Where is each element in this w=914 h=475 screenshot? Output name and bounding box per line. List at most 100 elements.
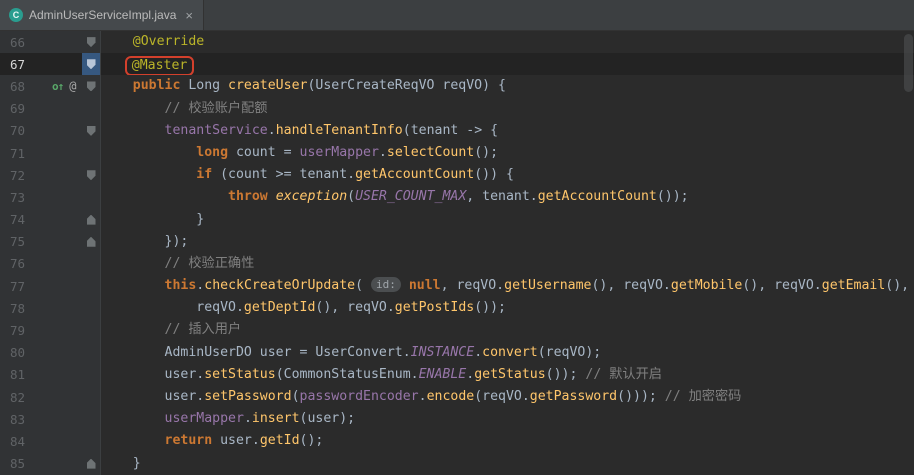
code-line-row[interactable]: 85 } xyxy=(0,453,914,475)
gutter-cell[interactable]: 75 xyxy=(0,231,101,253)
fold-down-icon[interactable] xyxy=(87,59,96,69)
gutter-cell[interactable]: 83 xyxy=(0,408,101,430)
fold-down-icon[interactable] xyxy=(87,37,96,47)
code-token xyxy=(101,256,165,271)
fold-down-icon[interactable] xyxy=(87,170,96,180)
line-number: 80 xyxy=(0,345,44,360)
gutter-cell[interactable]: 85 xyxy=(0,453,101,475)
code-token: ENABLE xyxy=(419,367,467,382)
code-line-row[interactable]: 66 @Override xyxy=(0,31,914,53)
code-line-row[interactable]: 73 throw exception(USER_COUNT_MAX, tenan… xyxy=(0,186,914,208)
code-line-row[interactable]: 78 reqVO.getDeptId(), reqVO.getPostIds()… xyxy=(0,297,914,319)
master-annotation: @Master xyxy=(132,58,188,73)
gutter-cell[interactable]: 80 xyxy=(0,342,101,364)
code-token: encode xyxy=(427,389,475,404)
editor-tab-bar: C AdminUserServiceImpl.java × xyxy=(0,0,914,31)
code-line-row[interactable]: 75 }); xyxy=(0,231,914,253)
gutter-cell[interactable]: 70 xyxy=(0,120,101,142)
fold-up-icon[interactable] xyxy=(87,215,96,225)
code-line-row[interactable]: 72 if (count >= tenant.getAccountCount()… xyxy=(0,164,914,186)
code-line[interactable]: // 校验账户配额 xyxy=(101,98,914,120)
overriding-method-icon[interactable]: o↑ xyxy=(52,80,63,93)
gutter-cell[interactable]: 68 o↑ @ xyxy=(0,75,101,97)
fold-up-icon[interactable] xyxy=(87,459,96,469)
gutter-cell[interactable]: 72 xyxy=(0,164,101,186)
ide-window: C AdminUserServiceImpl.java × 66 @Overri… xyxy=(0,0,914,475)
code-line-row[interactable]: 71 long count = userMapper.selectCount()… xyxy=(0,142,914,164)
code-line[interactable]: tenantService.handleTenantInfo(tenant ->… xyxy=(101,120,914,142)
line-number: 78 xyxy=(0,301,44,316)
java-class-icon: C xyxy=(9,8,23,22)
code-line-row[interactable]: 69 // 校验账户配额 xyxy=(0,98,914,120)
gutter-cell[interactable]: 81 xyxy=(0,364,101,386)
code-line[interactable]: public Long createUser(UserCreateReqVO r… xyxy=(101,75,914,97)
gutter-cell[interactable]: 73 xyxy=(0,186,101,208)
code-token: (user); xyxy=(300,411,356,426)
fold-region-cell xyxy=(82,164,100,186)
code-line[interactable]: userMapper.insert(user); xyxy=(101,408,914,430)
code-line[interactable]: AdminUserDO user = UserConvert.INSTANCE.… xyxy=(101,342,914,364)
gutter-cell[interactable]: 82 xyxy=(0,386,101,408)
code-editor[interactable]: 66 @Override67 @Master 68 o↑ @ public Long … xyxy=(0,31,914,475)
code-line-row[interactable]: 76 // 校验正确性 xyxy=(0,253,914,275)
gutter-cell[interactable]: 74 xyxy=(0,209,101,231)
code-line[interactable]: }); xyxy=(101,231,914,253)
fold-up-icon[interactable] xyxy=(87,237,96,247)
editor-tab-adminuserserviceimpl[interactable]: C AdminUserServiceImpl.java × xyxy=(0,0,204,30)
code-token: (UserCreateReqVO reqVO) { xyxy=(307,78,506,93)
fold-region-cell xyxy=(82,120,100,142)
code-token xyxy=(101,322,165,337)
code-line-row[interactable]: 82 user.setPassword(passwordEncoder.enco… xyxy=(0,386,914,408)
code-line[interactable]: if (count >= tenant.getAccountCount()) { xyxy=(101,164,914,186)
code-line[interactable]: @Master xyxy=(101,53,914,75)
gutter-cell[interactable]: 79 xyxy=(0,319,101,341)
code-line-row[interactable]: 79 // 插入用户 xyxy=(0,319,914,341)
line-number: 73 xyxy=(0,190,44,205)
code-line[interactable]: throw exception(USER_COUNT_MAX, tenant.g… xyxy=(101,186,914,208)
code-token: . xyxy=(419,389,427,404)
code-line-row[interactable]: 77 this.checkCreateOrUpdate( id: null, r… xyxy=(0,275,914,297)
gutter-cell[interactable]: 69 xyxy=(0,98,101,120)
line-number: 68 xyxy=(0,79,44,94)
scrollbar-thumb[interactable] xyxy=(904,34,913,92)
code-line-row[interactable]: 83 userMapper.insert(user); xyxy=(0,408,914,430)
fold-region-cell xyxy=(82,319,100,341)
code-line[interactable]: reqVO.getDeptId(), reqVO.getPostIds()); xyxy=(101,297,914,319)
code-token: userMapper xyxy=(300,145,379,160)
gutter-cell[interactable]: 71 xyxy=(0,142,101,164)
code-line-row[interactable]: 81 user.setStatus(CommonStatusEnum.ENABL… xyxy=(0,364,914,386)
code-line[interactable]: // 校验正确性 xyxy=(101,253,914,275)
editor-scrollbar[interactable] xyxy=(902,31,914,475)
gutter-cell[interactable]: 76 xyxy=(0,253,101,275)
code-line[interactable]: long count = userMapper.selectCount(); xyxy=(101,142,914,164)
code-line[interactable]: // 插入用户 xyxy=(101,319,914,341)
line-number: 81 xyxy=(0,367,44,382)
code-token: getUsername xyxy=(504,278,591,293)
code-line-row[interactable]: 80 AdminUserDO user = UserConvert.INSTAN… xyxy=(0,342,914,364)
code-line-row[interactable]: 68 o↑ @ public Long createUser(UserCreateR… xyxy=(0,75,914,97)
line-number: 83 xyxy=(0,412,44,427)
gutter-cell[interactable]: 84 xyxy=(0,430,101,452)
annotation-gutter-icon[interactable]: @ xyxy=(69,79,76,93)
code-line[interactable]: @Override xyxy=(101,31,914,53)
gutter-cell[interactable]: 77 xyxy=(0,275,101,297)
fold-region-cell xyxy=(82,186,100,208)
code-line[interactable]: this.checkCreateOrUpdate( id: null, reqV… xyxy=(101,275,914,297)
code-line[interactable]: user.setPassword(passwordEncoder.encode(… xyxy=(101,386,914,408)
code-line-row[interactable]: 70 tenantService.handleTenantInfo(tenant… xyxy=(0,120,914,142)
code-line[interactable]: } xyxy=(101,209,914,231)
code-line-row[interactable]: 74 } xyxy=(0,209,914,231)
code-token: passwordEncoder xyxy=(300,389,419,404)
code-line-row[interactable]: 84 return user.getId(); xyxy=(0,430,914,452)
fold-down-icon[interactable] xyxy=(87,81,96,91)
code-line[interactable]: user.setStatus(CommonStatusEnum.ENABLE.g… xyxy=(101,364,914,386)
code-line-row[interactable]: 67 @Master xyxy=(0,53,914,75)
gutter-cell[interactable]: 66 xyxy=(0,31,101,53)
tab-close-icon[interactable]: × xyxy=(185,9,193,22)
fold-down-icon[interactable] xyxy=(87,126,96,136)
gutter-cell[interactable]: 78 xyxy=(0,297,101,319)
code-line[interactable]: return user.getId(); xyxy=(101,430,914,452)
gutter-cell[interactable]: 67 xyxy=(0,53,101,75)
code-line[interactable]: } xyxy=(101,453,914,475)
code-token: exception xyxy=(276,189,347,204)
